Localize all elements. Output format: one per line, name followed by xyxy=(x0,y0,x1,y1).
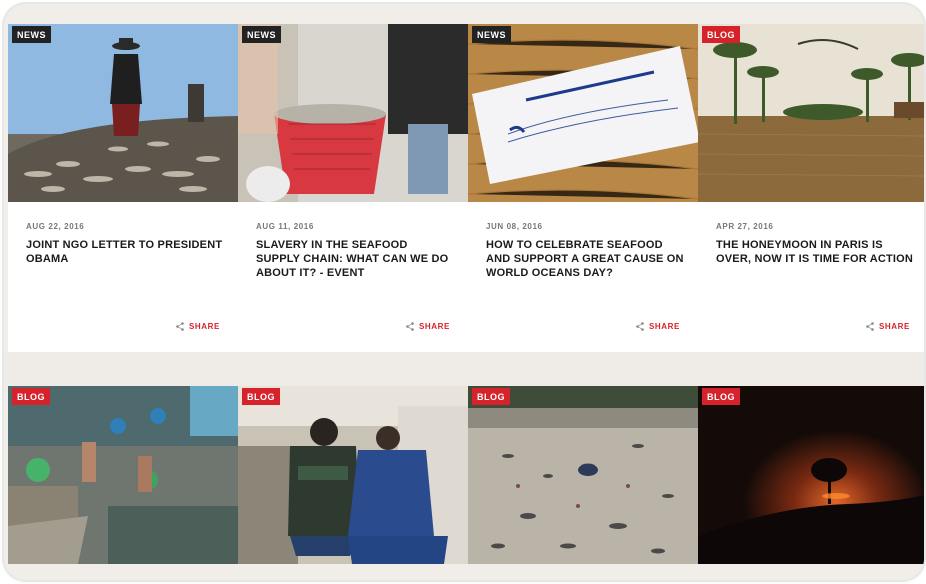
article-date: AUG 11, 2016 xyxy=(256,222,314,231)
fish-basket-image xyxy=(238,24,468,202)
share-button[interactable]: SHARE xyxy=(176,322,220,331)
night-fire-image xyxy=(698,386,924,564)
share-icon xyxy=(636,322,644,331)
share-label: SHARE xyxy=(188,322,220,331)
share-icon xyxy=(176,322,184,331)
article-thumbnail[interactable]: NEWS xyxy=(238,24,468,202)
polluted-beach-image xyxy=(468,386,698,564)
article-card[interactable]: BLOG xyxy=(698,386,924,566)
row-separator xyxy=(4,352,924,386)
article-thumbnail[interactable]: BLOG xyxy=(468,386,698,564)
share-button[interactable]: SHARE xyxy=(866,322,910,331)
article-row-2: BLOG BLOG BLOG BLOG xyxy=(8,386,924,566)
category-tag: BLOG xyxy=(702,26,740,43)
category-tag: NEWS xyxy=(242,26,281,43)
category-tag: BLOG xyxy=(702,388,740,405)
article-thumbnail[interactable]: BLOG xyxy=(238,386,468,564)
category-tag: BLOG xyxy=(242,388,280,405)
fishing-boat-image xyxy=(8,386,238,564)
article-title[interactable]: HOW TO CELEBRATE SEAFOOD AND SUPPORT A G… xyxy=(486,238,684,280)
article-date: JUN 08, 2016 xyxy=(486,222,543,231)
category-tag: BLOG xyxy=(472,388,510,405)
article-thumbnail[interactable]: NEWS xyxy=(8,24,238,202)
article-title[interactable]: SLAVERY IN THE SEAFOOD SUPPLY CHAIN: WHA… xyxy=(256,238,454,280)
invitation-card-image xyxy=(468,24,698,202)
article-date: AUG 22, 2016 xyxy=(26,222,85,231)
article-thumbnail[interactable]: BLOG xyxy=(8,386,238,564)
category-tag: NEWS xyxy=(472,26,511,43)
share-button[interactable]: SHARE xyxy=(636,322,680,331)
article-card[interactable]: BLOG xyxy=(468,386,698,566)
category-tag: BLOG xyxy=(12,388,50,405)
article-card[interactable]: BLOG APR 27, 2016 THE HONEYMOON IN PARIS… xyxy=(698,24,924,352)
article-card[interactable]: BLOG xyxy=(238,386,468,566)
share-icon xyxy=(406,322,414,331)
article-row-1: NEWS AUG 22, 2016 JOINT NGO LETTER TO PR… xyxy=(8,24,924,352)
article-date: APR 27, 2016 xyxy=(716,222,774,231)
share-label: SHARE xyxy=(648,322,680,331)
article-card[interactable]: NEWS AUG 11, 2016 SLAVERY IN THE SEAFOOD… xyxy=(238,24,468,352)
share-icon xyxy=(866,322,874,331)
share-label: SHARE xyxy=(418,322,450,331)
share-button[interactable]: SHARE xyxy=(406,322,450,331)
officers-image xyxy=(238,386,468,564)
fisherman-image xyxy=(8,24,238,202)
share-label: SHARE xyxy=(878,322,910,331)
article-card[interactable]: NEWS JUN 08, 2016 HOW TO CELEBRATE SEAFO… xyxy=(468,24,698,352)
article-thumbnail[interactable]: NEWS xyxy=(468,24,698,202)
category-tag: NEWS xyxy=(12,26,51,43)
article-thumbnail[interactable]: BLOG xyxy=(698,386,924,564)
article-title[interactable]: JOINT NGO LETTER TO PRESIDENT OBAMA xyxy=(26,238,224,266)
article-title[interactable]: THE HONEYMOON IN PARIS IS OVER, NOW IT I… xyxy=(716,238,914,266)
article-thumbnail[interactable]: BLOG xyxy=(698,24,924,202)
article-card[interactable]: BLOG xyxy=(8,386,238,566)
article-card[interactable]: NEWS AUG 22, 2016 JOINT NGO LETTER TO PR… xyxy=(8,24,238,352)
article-grid-frame: NEWS AUG 22, 2016 JOINT NGO LETTER TO PR… xyxy=(4,4,924,580)
flooded-palms-image xyxy=(698,24,924,202)
